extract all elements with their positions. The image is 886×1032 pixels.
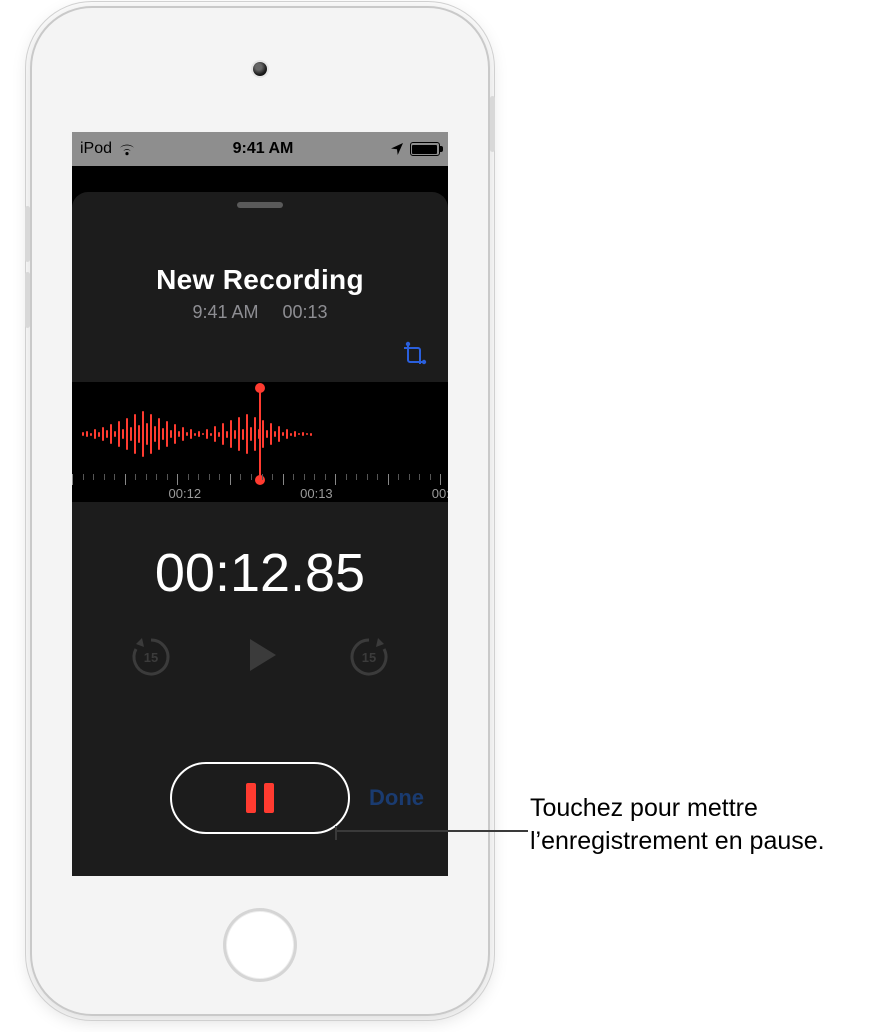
pause-icon: [246, 783, 274, 813]
waveform: [72, 404, 312, 464]
time-ruler: 00:12 00:13 00:14: [72, 474, 448, 502]
screen: iPod 9:41 AM New Recording 9:41 AM: [72, 132, 448, 876]
sheet-grabber[interactable]: [237, 202, 283, 208]
home-button[interactable]: [223, 908, 297, 982]
playhead[interactable]: [259, 388, 261, 480]
battery-icon: [410, 142, 440, 156]
elapsed-timer: 00:12.85: [72, 542, 448, 604]
recording-title: New Recording: [72, 264, 448, 296]
ruler-label: 00:12: [169, 486, 202, 501]
ruler-label: 00:14: [432, 486, 448, 501]
wifi-icon: [118, 142, 136, 156]
skip-back-seconds: 15: [128, 634, 174, 680]
done-button[interactable]: Done: [369, 785, 424, 811]
skip-back-button[interactable]: 15: [128, 634, 174, 680]
trim-icon[interactable]: [400, 340, 428, 373]
device-frame: iPod 9:41 AM New Recording 9:41 AM: [30, 6, 490, 1016]
clock-label: 9:41 AM: [233, 140, 294, 158]
status-bar: iPod 9:41 AM: [72, 132, 448, 166]
play-button[interactable]: [238, 633, 282, 682]
transport-controls: 15 15: [72, 622, 448, 692]
carrier-label: iPod: [80, 140, 112, 158]
location-icon: [390, 142, 404, 156]
ruler-label: 00:13: [300, 486, 333, 501]
skip-forward-button[interactable]: 15: [346, 634, 392, 680]
recording-subtitle-time: 9:41 AM: [192, 302, 258, 322]
front-camera: [253, 62, 267, 76]
volume-down-button[interactable]: [25, 272, 30, 328]
callout-leader-line: [336, 830, 528, 832]
pause-button[interactable]: [170, 762, 350, 834]
skip-forward-seconds: 15: [346, 634, 392, 680]
callout-text: Touchez pour mettre l’enregistrement en …: [530, 792, 870, 857]
power-button[interactable]: [490, 96, 495, 152]
recording-subtitle: 9:41 AM 00:13: [72, 302, 448, 323]
waveform-area[interactable]: 00:12 00:13 00:14: [72, 382, 448, 502]
recording-sheet: New Recording 9:41 AM 00:13: [72, 192, 448, 876]
recording-subtitle-duration: 00:13: [283, 302, 328, 322]
volume-up-button[interactable]: [25, 206, 30, 262]
